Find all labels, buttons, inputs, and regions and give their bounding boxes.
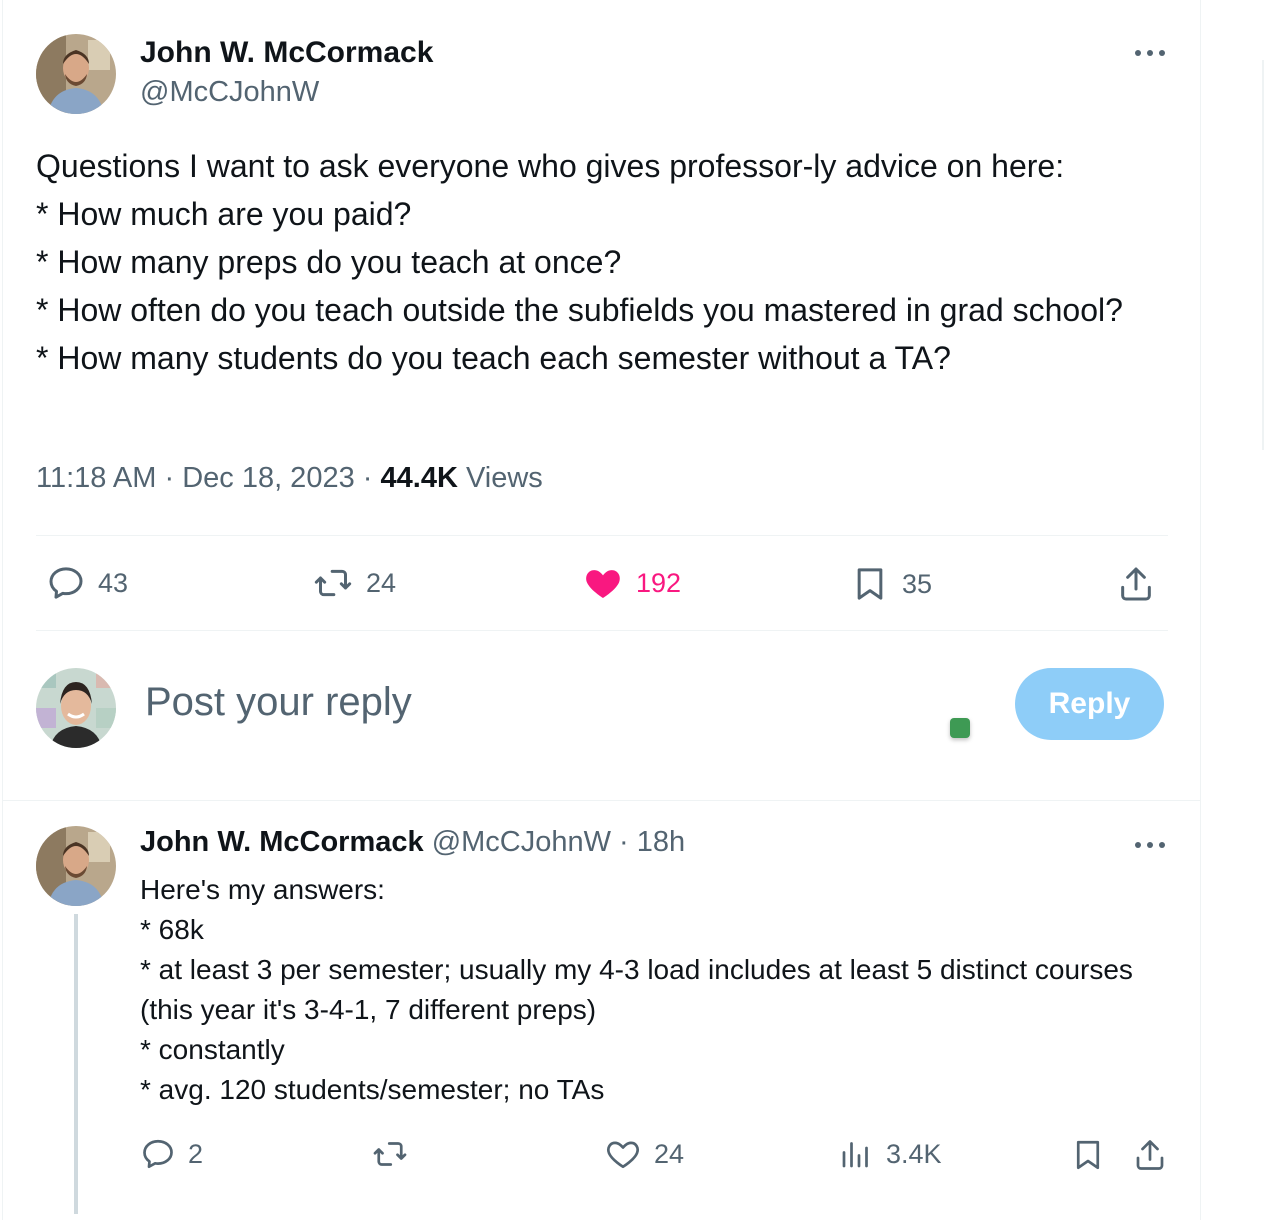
reply-like-count: 24 xyxy=(654,1138,685,1169)
repost-icon xyxy=(314,569,352,597)
reply-input[interactable]: Post your reply xyxy=(145,680,412,725)
more-horizontal-icon[interactable] xyxy=(1130,830,1170,860)
author-handle[interactable]: @McCJohnW xyxy=(140,76,319,109)
tweet-meta: 11:18 AM · Dec 18, 2023 · 44.4K Views xyxy=(36,462,543,495)
tweet-date[interactable]: Dec 18, 2023 xyxy=(182,462,355,494)
analytics-icon xyxy=(842,1142,868,1168)
column-border-right xyxy=(1200,0,1201,1220)
reply-action[interactable]: 43 xyxy=(46,563,128,603)
thread-line xyxy=(74,914,78,1214)
views-label: Views xyxy=(465,462,543,494)
divider xyxy=(3,800,1200,801)
reply-icon xyxy=(49,567,83,599)
reply-button[interactable]: Reply xyxy=(1015,668,1164,740)
reply-views-action[interactable]: 3.4K xyxy=(838,1136,942,1172)
share-icon xyxy=(1136,1140,1164,1170)
current-user-avatar[interactable] xyxy=(36,668,116,748)
repost-icon xyxy=(373,1142,407,1166)
repost-action[interactable]: 24 xyxy=(312,563,396,603)
like-count: 192 xyxy=(636,567,682,598)
reply-repost-action[interactable] xyxy=(370,1136,422,1172)
reply-age[interactable]: · 18h xyxy=(619,826,685,858)
author-avatar[interactable] xyxy=(36,34,116,114)
bookmark-icon xyxy=(1076,1140,1100,1170)
reply-reply-count: 2 xyxy=(188,1138,204,1169)
divider xyxy=(36,630,1168,631)
like-action[interactable]: 192 xyxy=(582,563,681,603)
tweet-text: Questions I want to ask everyone who giv… xyxy=(36,148,1123,376)
repost-count: 24 xyxy=(366,567,397,598)
reply-bookmark-action[interactable] xyxy=(1070,1136,1106,1174)
more-horizontal-icon[interactable] xyxy=(1130,38,1170,68)
reply-author-handle[interactable]: @McCJohnW xyxy=(432,826,611,858)
reply-icon xyxy=(143,1139,173,1169)
reply-header: John W. McCormack @McCJohnW · 18h xyxy=(140,826,685,859)
reply-author-name[interactable]: John W. McCormack xyxy=(140,826,424,858)
tweet-time[interactable]: 11:18 AM xyxy=(36,462,156,494)
share-action[interactable] xyxy=(1116,563,1156,605)
reply-share-action[interactable] xyxy=(1132,1136,1168,1174)
heart-outline-icon xyxy=(607,1141,639,1169)
share-icon xyxy=(1121,567,1151,601)
author-name[interactable]: John W. McCormack xyxy=(140,36,433,70)
heart-filled-icon xyxy=(586,570,620,598)
meta-separator: · xyxy=(362,462,373,494)
reply-author-avatar[interactable] xyxy=(36,826,116,906)
reply-text: Here's my answers: * 68k * at least 3 pe… xyxy=(140,874,1133,1105)
views-count: 44.4K xyxy=(380,462,458,494)
divider xyxy=(36,535,1168,536)
reply-count: 43 xyxy=(98,567,129,598)
bookmark-count: 35 xyxy=(902,568,933,599)
reply-like-action[interactable]: 24 xyxy=(604,1136,684,1172)
status-indicator xyxy=(950,718,970,738)
meta-separator: · xyxy=(164,462,175,494)
column-border-left xyxy=(2,0,3,1220)
reply-reply-action[interactable]: 2 xyxy=(140,1136,203,1172)
bookmark-action[interactable]: 35 xyxy=(850,563,932,605)
bookmark-icon xyxy=(857,568,883,600)
reply-views-count: 3.4K xyxy=(886,1138,942,1169)
